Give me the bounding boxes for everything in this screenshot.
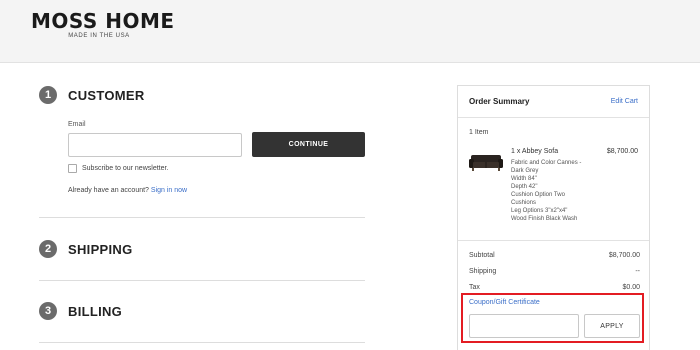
shipping-label: Shipping: [469, 268, 497, 275]
sofa-thumbnail: [469, 155, 503, 171]
edit-cart-link[interactable]: Edit Cart: [611, 98, 638, 105]
tax-value: $0.00: [622, 284, 640, 291]
order-summary-title: Order Summary: [469, 97, 530, 106]
item-count: 1 Item: [469, 129, 489, 136]
coupon-gift-certificate-link[interactable]: Coupon/Gift Certificate: [469, 299, 540, 306]
section-divider: [39, 280, 365, 281]
site-header: MOSS HOME MADE IN THE USA: [0, 0, 700, 63]
product-option: Cushions: [511, 200, 537, 206]
shipping-value: --: [635, 268, 640, 275]
site-logo[interactable]: MOSS HOME MADE IN THE USA: [31, 9, 175, 40]
account-prompt: Already have an account? Sign in now: [68, 187, 187, 194]
coupon-section: Coupon/Gift Certificate APPLY: [461, 293, 644, 343]
subtotal-value: $8,700.00: [608, 252, 640, 259]
newsletter-option[interactable]: Subscribe to our newsletter.: [68, 164, 168, 173]
section-divider: [39, 342, 365, 343]
product-option: Wood Finish Black Wash: [511, 216, 578, 222]
product-option: Width 84": [511, 176, 537, 182]
logo-tagline: MADE IN THE USA: [68, 33, 130, 39]
product-options: Fabric and Color Cannes - Dark Grey Widt…: [511, 159, 596, 223]
subtotal-label: Subtotal: [469, 252, 495, 259]
step-title: CUSTOMER: [68, 87, 145, 103]
product-option: Leg Options 3"x2"x4": [511, 208, 568, 214]
summary-divider: [458, 117, 649, 118]
newsletter-checkbox[interactable]: [68, 164, 77, 173]
email-label: Email: [68, 121, 86, 128]
step-number: 2: [39, 240, 57, 258]
tax-label: Tax: [469, 284, 480, 291]
product-option: Depth 42": [511, 184, 538, 190]
product-option: Cushion Option Two: [511, 192, 565, 198]
shipping-row: Shipping --: [469, 268, 640, 275]
product-price: $8,700.00: [606, 148, 638, 155]
continue-button[interactable]: CONTINUE: [252, 132, 365, 157]
step-title: BILLING: [68, 303, 123, 319]
tax-row: Tax $0.00: [469, 284, 640, 291]
subtotal-row: Subtotal $8,700.00: [469, 252, 640, 259]
logo-title: MOSS HOME: [31, 9, 175, 33]
product-option: Fabric and Color Cannes -: [511, 160, 582, 166]
email-field[interactable]: [68, 133, 242, 157]
sign-in-link[interactable]: Sign in now: [151, 187, 187, 194]
apply-coupon-button[interactable]: APPLY: [584, 314, 640, 338]
newsletter-label: Subscribe to our newsletter.: [82, 165, 169, 172]
step-shipping: 2 SHIPPING: [39, 240, 133, 258]
section-divider: [39, 217, 365, 218]
product-name: 1 x Abbey Sofa: [511, 148, 559, 155]
step-number: 1: [39, 86, 57, 104]
account-prompt-text: Already have an account?: [68, 187, 149, 194]
step-billing: 3 BILLING: [39, 302, 122, 320]
step-title: SHIPPING: [68, 241, 133, 257]
step-customer: 1 CUSTOMER: [39, 86, 145, 104]
coupon-code-input[interactable]: [469, 314, 579, 338]
step-number: 3: [39, 302, 57, 320]
summary-divider: [458, 240, 649, 241]
product-option: Dark Grey: [511, 168, 539, 174]
